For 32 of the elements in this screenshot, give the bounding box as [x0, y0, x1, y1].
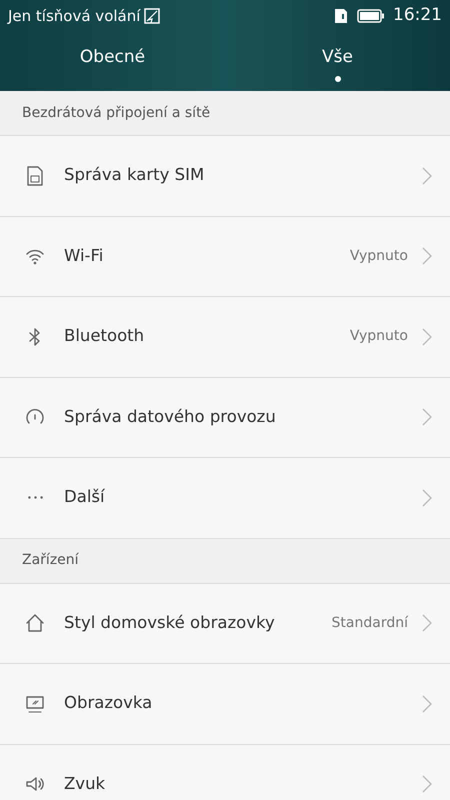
tab[interactable]: Obecné	[0, 32, 225, 91]
section-header: Zařízení	[22, 551, 79, 570]
settings-row[interactable]: Wi-Fi Vypnuto	[0, 216, 450, 297]
settings-row[interactable]: Styl domovské obrazovky Standardní	[0, 584, 450, 664]
row-label: Styl domovské obrazovky	[64, 612, 276, 634]
settings-row[interactable]: Správa datového provozu	[0, 378, 450, 458]
battery-icon	[357, 9, 385, 23]
row-label: Obrazovka	[64, 692, 154, 714]
image-icon	[144, 8, 160, 24]
chevron-icon	[422, 408, 432, 426]
row-value: Standardní	[332, 614, 408, 633]
row-value: Vypnuto	[350, 246, 408, 266]
chevron-icon	[422, 694, 432, 713]
row-label: Wi-Fi	[64, 244, 104, 267]
sim-alert-icon	[333, 8, 349, 24]
chevron-icon	[422, 775, 432, 794]
row-label: Bluetooth	[64, 325, 146, 348]
section-header: Bezdrátová připojení a sítě	[22, 104, 210, 122]
tab[interactable]: Vše	[225, 32, 450, 91]
row-label: Správa karty SIM	[64, 164, 206, 186]
row-value: Vypnuto	[350, 327, 408, 346]
row-label: Zvuk	[64, 772, 106, 795]
chevron-icon	[422, 488, 432, 507]
chevron-icon	[422, 166, 432, 185]
chevron-icon	[422, 328, 432, 346]
more-icon	[28, 496, 42, 500]
chevron-icon	[422, 614, 432, 632]
clock-text: 16:21	[393, 4, 442, 28]
chevron-icon	[422, 247, 432, 266]
row-label: Další	[64, 486, 106, 508]
carrier-text: Jen tísňová volání	[8, 6, 140, 27]
row-label: Správa datového provozu	[64, 406, 277, 428]
